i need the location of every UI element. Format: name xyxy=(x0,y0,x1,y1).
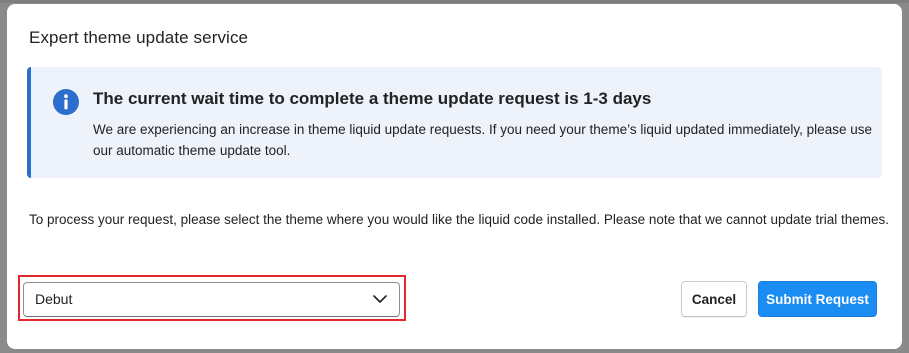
banner-body: We are experiencing an increase in theme… xyxy=(93,122,872,158)
instructions-text: To process your request, please select t… xyxy=(29,212,890,227)
submit-request-button[interactable]: Submit Request xyxy=(758,281,877,317)
backdrop xyxy=(0,0,909,3)
banner-heading: The current wait time to complete a them… xyxy=(93,89,652,108)
theme-select-value: Debut xyxy=(35,291,73,307)
cancel-button[interactable]: Cancel xyxy=(681,281,747,317)
chevron-down-icon xyxy=(373,295,387,303)
info-icon xyxy=(53,89,79,115)
theme-select[interactable]: Debut xyxy=(23,282,400,317)
modal-title: Expert theme update service xyxy=(29,28,249,47)
info-banner: The current wait time to complete a them… xyxy=(27,67,882,178)
